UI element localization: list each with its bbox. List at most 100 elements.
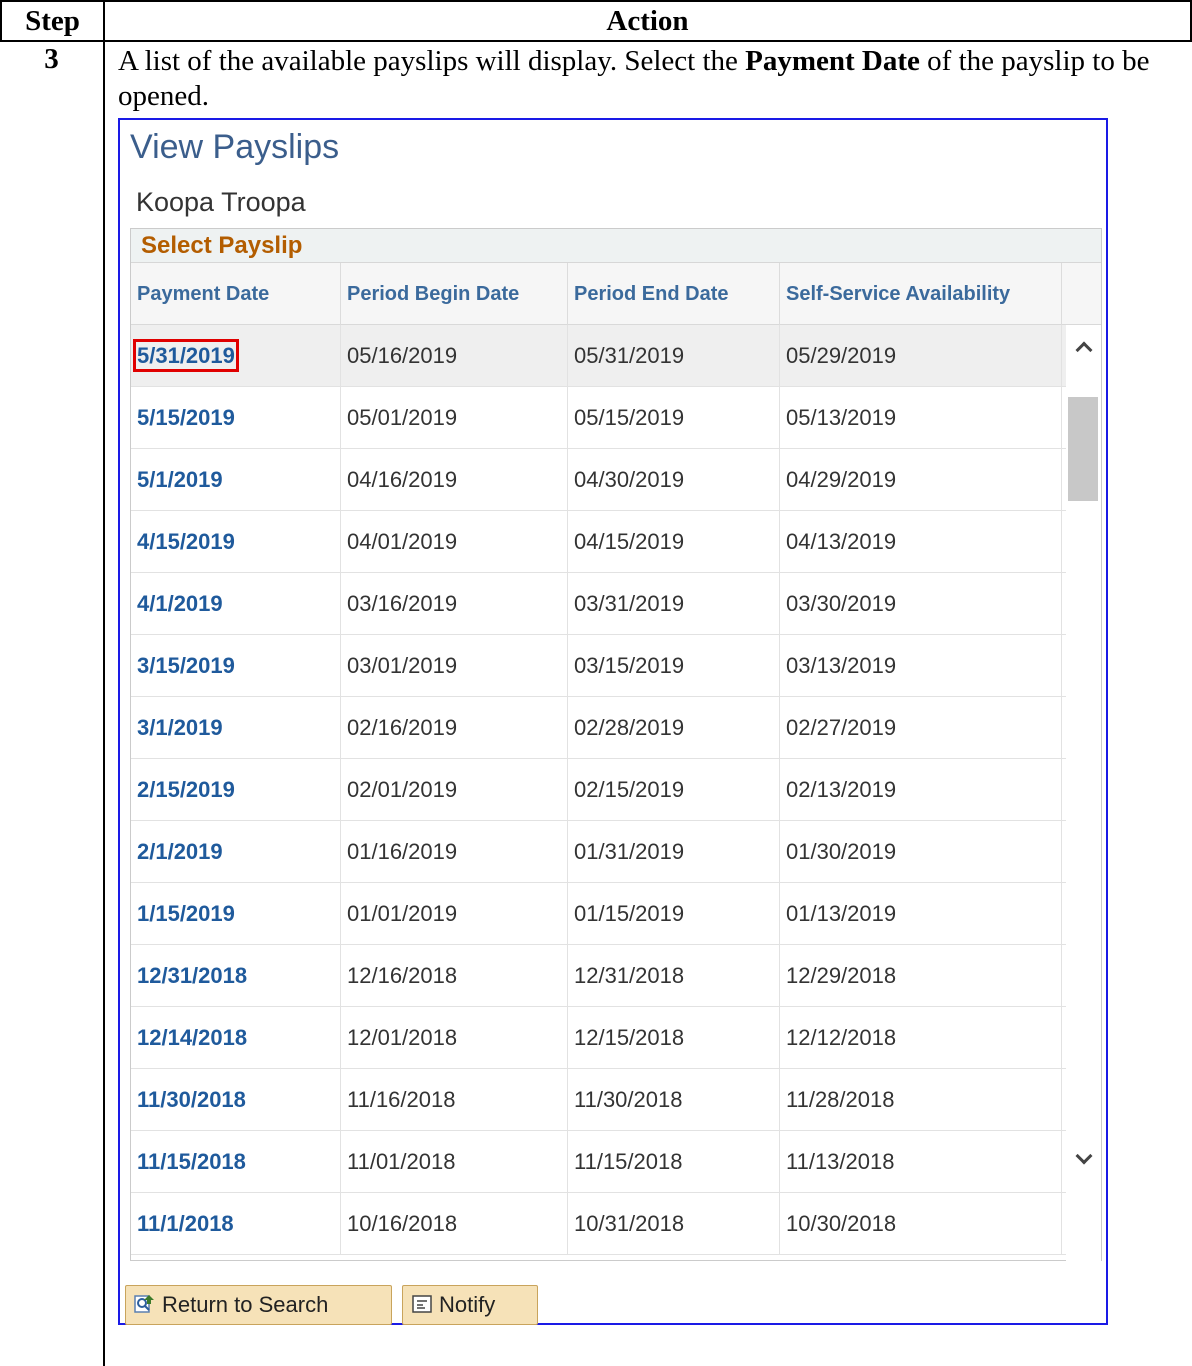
period-end-date: 04/15/2019 <box>568 511 780 573</box>
column-header-spacer <box>1062 263 1101 325</box>
table-row: 11/30/2018 11/16/2018 11/30/2018 11/28/2018 <box>131 1069 1066 1131</box>
payment-date-link-text[interactable]: 11/1/2018 <box>137 1211 234 1236</box>
period-end-date-text: 04/30/2019 <box>574 467 685 492</box>
payment-date-link-text[interactable]: 3/15/2019 <box>137 653 235 678</box>
table-row: 11/1/2018 10/16/2018 10/31/2018 10/30/2018 <box>131 1193 1066 1255</box>
table-row: 5/15/2019 05/01/2019 05/15/2019 05/13/2019 <box>131 387 1066 449</box>
self-service-availability: 04/29/2019 <box>780 449 1062 511</box>
notify-button[interactable]: Notify <box>402 1285 538 1325</box>
payment-date-link[interactable]: 5/15/2019 <box>131 387 341 449</box>
payment-date-link-text[interactable]: 4/1/2019 <box>137 591 223 616</box>
period-end-date-text: 11/30/2018 <box>574 1087 683 1112</box>
self-service-availability-text: 02/13/2019 <box>786 777 897 802</box>
table-row: 3/1/2019 02/16/2019 02/28/2019 02/27/2019 <box>131 697 1066 759</box>
grid-rows: 5/31/2019 05/16/2019 05/31/2019 05/29/2019 5… <box>131 325 1066 1261</box>
period-begin-date: 04/16/2019 <box>341 449 568 511</box>
self-service-availability-text: 01/30/2019 <box>786 839 897 864</box>
period-end-date: 10/31/2018 <box>568 1193 780 1255</box>
period-end-date: 12/31/2018 <box>568 945 780 1007</box>
table-row: 3/15/2019 03/01/2019 03/15/2019 03/13/2019 <box>131 635 1066 697</box>
step-column-header: Step <box>2 2 105 40</box>
payment-date-link-text[interactable]: 1/15/2019 <box>137 901 235 926</box>
chevron-up-icon[interactable] <box>1066 329 1101 369</box>
payment-date-link-text[interactable]: 12/14/2018 <box>137 1025 247 1050</box>
period-begin-date-text: 04/01/2019 <box>347 529 458 554</box>
period-end-date: 03/15/2019 <box>568 635 780 697</box>
table-row: 11/15/2018 11/01/2018 11/15/2018 11/13/2018 <box>131 1131 1066 1193</box>
payment-date-link[interactable]: 4/1/2019 <box>131 573 341 635</box>
payment-date-link[interactable]: 1/15/2019 <box>131 883 341 945</box>
table-row: 2/15/2019 02/01/2019 02/15/2019 02/13/2019 <box>131 759 1066 821</box>
period-begin-date: 11/01/2018 <box>341 1131 568 1193</box>
grid-caption: Select Payslip <box>131 229 1101 263</box>
period-end-date-text: 12/31/2018 <box>574 963 685 988</box>
payment-date-link-text[interactable]: 5/15/2019 <box>137 405 235 430</box>
chevron-down-icon[interactable] <box>1066 1135 1101 1175</box>
period-begin-date-text: 01/01/2019 <box>347 901 458 926</box>
period-end-date: 02/15/2019 <box>568 759 780 821</box>
payment-date-link-text[interactable]: 2/1/2019 <box>137 839 223 864</box>
column-header-period-end-date[interactable]: Period End Date <box>568 263 780 325</box>
period-end-date-text: 01/15/2019 <box>574 901 685 926</box>
payment-date-link-text[interactable]: 12/31/2018 <box>137 963 247 988</box>
period-begin-date-text: 05/01/2019 <box>347 405 458 430</box>
period-begin-date: 03/01/2019 <box>341 635 568 697</box>
column-header-self-service-availability[interactable]: Self-Service Availability <box>780 263 1062 325</box>
payment-date-link[interactable]: 3/1/2019 <box>131 697 341 759</box>
self-service-availability: 05/13/2019 <box>780 387 1062 449</box>
scroll-thumb[interactable] <box>1068 397 1098 501</box>
self-service-availability: 03/13/2019 <box>780 635 1062 697</box>
notify-icon <box>412 1295 432 1313</box>
payment-date-link[interactable]: 5/31/2019 <box>131 325 341 387</box>
payment-date-link-text[interactable]: 11/15/2018 <box>137 1149 246 1174</box>
period-begin-date-text: 02/16/2019 <box>347 715 458 740</box>
self-service-availability: 11/28/2018 <box>780 1069 1062 1131</box>
table-row: 2/1/2019 01/16/2019 01/31/2019 01/30/2019 <box>131 821 1066 883</box>
period-begin-date-text: 05/16/2019 <box>347 343 458 368</box>
payment-date-link[interactable]: 11/1/2018 <box>131 1193 341 1255</box>
self-service-availability: 12/12/2018 <box>780 1007 1062 1069</box>
payment-date-link[interactable]: 11/15/2018 <box>131 1131 341 1193</box>
period-end-date-text: 01/31/2019 <box>574 839 685 864</box>
self-service-availability: 05/29/2019 <box>780 325 1062 387</box>
return-to-search-button[interactable]: Return to Search <box>125 1285 392 1325</box>
self-service-availability-text: 03/30/2019 <box>786 591 897 616</box>
self-service-availability-text: 05/13/2019 <box>786 405 897 430</box>
payslip-grid: Select Payslip Payment Date Period Begin… <box>130 228 1102 1261</box>
payment-date-link[interactable]: 12/31/2018 <box>131 945 341 1007</box>
payment-date-link-text[interactable]: 4/15/2019 <box>137 529 235 554</box>
action-column-header: Action <box>606 5 689 37</box>
period-end-date-text: 10/31/2018 <box>574 1211 685 1236</box>
period-end-date-text: 05/31/2019 <box>574 343 685 368</box>
payment-date-link[interactable]: 2/15/2019 <box>131 759 341 821</box>
grid-scrollbar[interactable] <box>1066 325 1101 1261</box>
payment-date-link[interactable]: 5/1/2019 <box>131 449 341 511</box>
period-begin-date: 02/01/2019 <box>341 759 568 821</box>
payment-date-link[interactable]: 12/14/2018 <box>131 1007 341 1069</box>
payment-date-link[interactable]: 4/15/2019 <box>131 511 341 573</box>
payment-date-link[interactable]: 3/15/2019 <box>131 635 341 697</box>
period-end-date: 12/15/2018 <box>568 1007 780 1069</box>
payment-date-link-text[interactable]: 11/30/2018 <box>137 1087 246 1112</box>
payment-date-link[interactable]: 2/1/2019 <box>131 821 341 883</box>
period-begin-date-text: 10/16/2018 <box>347 1211 458 1236</box>
period-end-date: 03/31/2019 <box>568 573 780 635</box>
payment-date-link[interactable]: 11/30/2018 <box>131 1069 341 1131</box>
period-begin-date: 10/16/2018 <box>341 1193 568 1255</box>
period-end-date: 02/28/2019 <box>568 697 780 759</box>
table-row: 12/31/2018 12/16/2018 12/31/2018 12/29/2018 <box>131 945 1066 1007</box>
payment-date-link-text[interactable]: 2/15/2019 <box>137 777 235 802</box>
period-begin-date: 02/16/2019 <box>341 697 568 759</box>
self-service-availability-text: 10/30/2018 <box>786 1211 897 1236</box>
payment-date-link-text[interactable]: 3/1/2019 <box>137 715 223 740</box>
period-begin-date: 04/01/2019 <box>341 511 568 573</box>
payment-date-link-text[interactable]: 5/1/2019 <box>137 467 223 492</box>
period-end-date: 01/15/2019 <box>568 883 780 945</box>
page-title: View Payslips <box>130 128 340 166</box>
column-header-payment-date[interactable]: Payment Date <box>131 263 341 325</box>
period-begin-date: 12/01/2018 <box>341 1007 568 1069</box>
payment-date-link-text[interactable]: 5/31/2019 <box>133 339 239 372</box>
period-begin-date: 11/16/2018 <box>341 1069 568 1131</box>
column-header-period-begin-date[interactable]: Period Begin Date <box>341 263 568 325</box>
period-end-date: 04/30/2019 <box>568 449 780 511</box>
